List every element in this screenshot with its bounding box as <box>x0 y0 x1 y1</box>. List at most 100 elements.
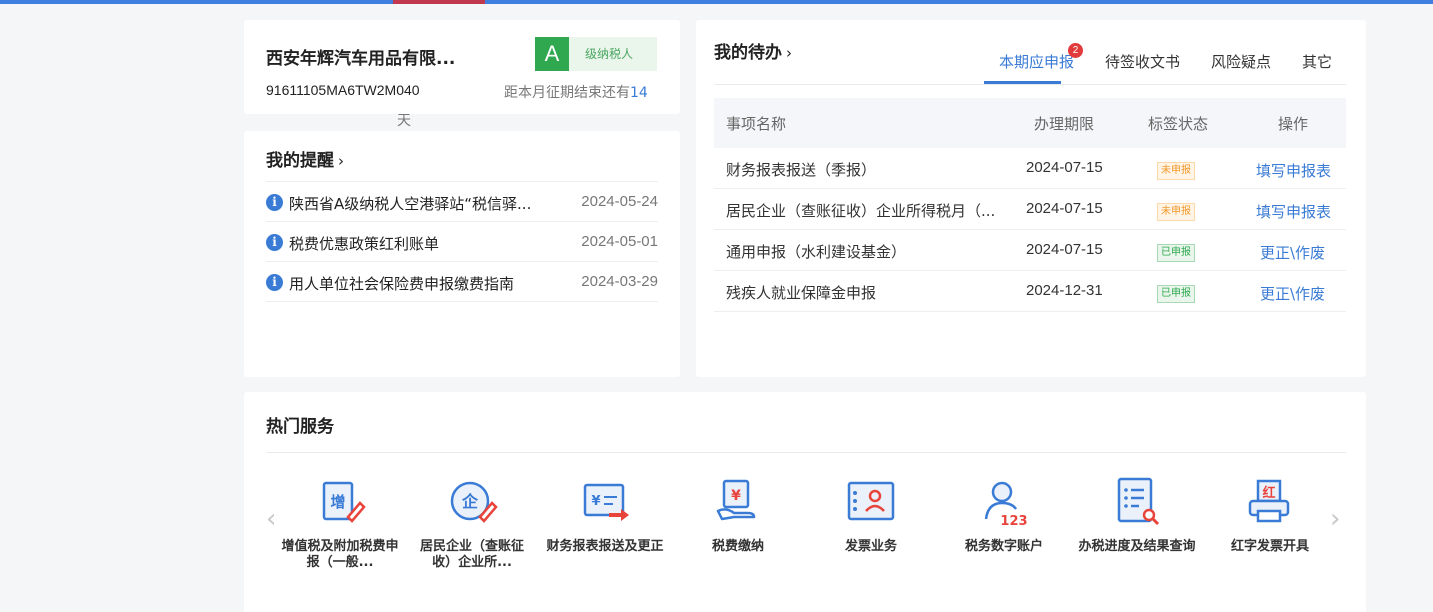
reminder-item-title: 税费优惠政策红利账单 <box>289 235 440 253</box>
active-nav-marker <box>393 0 485 4</box>
item-name: 残疾人就业保障金申报 <box>726 284 877 302</box>
info-icon: i <box>266 234 283 251</box>
service-label: 办税进度及结果查询 <box>1078 539 1196 554</box>
divider <box>266 452 1346 453</box>
grade-letter: A <box>535 37 569 71</box>
table-row: 居民企业（查账征收）企业所得税月（... 2024-07-15 未申报 填写申报… <box>714 189 1346 230</box>
service-progress-query[interactable]: 办税进度及结果查询 <box>1077 477 1197 555</box>
reminder-list: i 陕西省A级纳税人空港驿站“税信驿... 2024-05-24 i 税费优惠政… <box>266 181 658 302</box>
service-label: 增值税及附加税费申报（一般... <box>281 539 399 570</box>
divider <box>714 84 1346 85</box>
deadline-unit: 天 <box>397 113 411 129</box>
status-tag: 已申报 <box>1157 285 1195 303</box>
status-tag: 未申报 <box>1157 162 1195 180</box>
tab-risk-issues[interactable]: 风险疑点 <box>1211 51 1271 72</box>
red-invoice-icon: 红 <box>1248 479 1290 523</box>
deadline-label: 距本月征期结束还有 <box>504 85 630 101</box>
service-vat-declaration[interactable]: 增 增值税及附加税费申报（一般... <box>280 477 400 571</box>
service-tax-payment[interactable]: ¥ 税费缴纳 <box>678 477 798 555</box>
status-badge: 已申报 <box>1157 241 1195 262</box>
chevron-right-icon: › <box>338 152 344 170</box>
reminder-title-label: 我的提醒 <box>266 151 334 171</box>
table-header: 事项名称 办理期限 标签状态 操作 <box>714 98 1346 148</box>
fill-declaration-link[interactable]: 填写申报表 <box>1256 201 1331 222</box>
list-item[interactable]: i 陕西省A级纳税人空港驿站“税信驿... 2024-05-24 <box>266 182 658 222</box>
chevron-left-icon[interactable]: ‹ <box>266 504 276 534</box>
status-badge: 已申报 <box>1157 282 1195 303</box>
table-row: 通用申报（水利建设基金） 2024-07-15 已申报 更正\作废 <box>714 230 1346 271</box>
status-tag: 未申报 <box>1157 203 1195 221</box>
svg-text:红: 红 <box>1262 485 1275 501</box>
enterprise-tax-icon: 企 <box>450 481 498 523</box>
progress-query-icon <box>1117 477 1160 526</box>
vat-declaration-icon: 增 <box>322 481 366 523</box>
list-item[interactable]: i 用人单位社会保险费申报缴费指南 2024-03-29 <box>266 262 658 302</box>
info-icon: i <box>266 274 283 291</box>
tax-payment-icon: ¥ <box>716 479 756 521</box>
tab-others[interactable]: 其它 <box>1302 51 1332 72</box>
svg-text:¥: ¥ <box>591 494 600 509</box>
svg-text:企: 企 <box>461 492 479 511</box>
digital-account-icon: 123 <box>984 481 1028 529</box>
column-header-name: 事项名称 <box>726 115 787 133</box>
todo-tabs: 本期应申报 2 待签收文书 风险疑点 其它 <box>984 43 1346 84</box>
service-enterprise-income-tax[interactable]: 企 居民企业（查账征收）企业所... <box>412 477 532 571</box>
item-name: 居民企业（查账征收）企业所得税月（... <box>726 202 996 220</box>
fill-declaration-link[interactable]: 填写申报表 <box>1256 160 1331 181</box>
tab-documents-to-sign[interactable]: 待签收文书 <box>1105 51 1180 72</box>
todo-title-label: 我的待办 <box>714 43 782 63</box>
item-name: 通用申报（水利建设基金） <box>726 243 907 261</box>
taxpayer-grade-badge: A 级纳税人 <box>535 37 657 71</box>
todo-title[interactable]: 我的待办 › <box>714 38 792 63</box>
grade-label: 级纳税人 <box>585 47 634 61</box>
service-digital-account[interactable]: 123 税务数字账户 <box>944 477 1064 555</box>
reminder-item-date: 2024-05-01 <box>581 233 658 250</box>
service-invoice-business[interactable]: 发票业务 <box>811 477 931 555</box>
correct-void-link[interactable]: 更正\作废 <box>1260 283 1325 304</box>
item-deadline: 2024-07-15 <box>1026 241 1103 258</box>
todo-card: 我的待办 › 本期应申报 2 待签收文书 风险疑点 其它 事项名称 办理期限 标签… <box>696 20 1366 377</box>
service-label: 税务数字账户 <box>964 539 1043 554</box>
item-deadline: 2024-07-15 <box>1026 200 1103 217</box>
tab-current-declaration[interactable]: 本期应申报 <box>999 51 1074 72</box>
item-name: 财务报表报送（季报） <box>726 161 877 179</box>
reminder-item-title: 陕西省A级纳税人空港驿站“税信驿... <box>289 195 532 213</box>
company-name: 西安年辉汽车用品有限... <box>266 49 456 69</box>
financial-report-icon: ¥ <box>583 483 629 521</box>
hot-services-title: 热门服务 <box>266 417 334 437</box>
hot-services-card: 热门服务 ‹ › 增 增值税及附加税费申报（一般... 企 居民企业（查账征收）… <box>244 392 1366 612</box>
status-tag: 已申报 <box>1157 244 1195 262</box>
deadline-days: 14 <box>630 85 648 101</box>
service-financial-report[interactable]: ¥ 财务报表报送及更正 <box>545 477 665 555</box>
top-accent-bar <box>0 0 1433 4</box>
reminder-item-date: 2024-05-24 <box>581 193 658 210</box>
svg-text:增: 增 <box>330 493 345 511</box>
column-header-action: 操作 <box>1278 115 1309 133</box>
company-card: 西安年辉汽车用品有限... A 级纳税人 91611105MA6TW2M040 … <box>244 20 680 114</box>
correct-void-link[interactable]: 更正\作废 <box>1260 242 1325 263</box>
service-label: 财务报表报送及更正 <box>546 539 664 554</box>
item-deadline: 2024-07-15 <box>1026 159 1103 176</box>
table-row: 财务报表报送（季报） 2024-07-15 未申报 填写申报表 <box>714 148 1346 189</box>
deadline-text: 距本月征期结束还有14 <box>504 82 648 102</box>
column-header-deadline: 办理期限 <box>1034 115 1095 133</box>
service-label: 居民企业（查账征收）企业所... <box>419 539 524 570</box>
status-badge: 未申报 <box>1157 159 1195 180</box>
service-label: 红字发票开具 <box>1230 539 1309 554</box>
reminder-item-title: 用人单位社会保险费申报缴费指南 <box>289 275 515 293</box>
status-badge: 未申报 <box>1157 200 1195 221</box>
column-header-status: 标签状态 <box>1148 115 1209 133</box>
chevron-right-icon[interactable]: › <box>1330 504 1340 534</box>
service-red-invoice[interactable]: 红 红字发票开具 <box>1210 477 1330 555</box>
item-deadline: 2024-12-31 <box>1026 282 1103 299</box>
invoice-business-icon <box>847 481 895 521</box>
service-label: 税费缴纳 <box>711 539 764 554</box>
table-row: 残疾人就业保障金申报 2024-12-31 已申报 更正\作废 <box>714 271 1346 312</box>
reminder-card: 我的提醒 › i 陕西省A级纳税人空港驿站“税信驿... 2024-05-24 i… <box>244 131 680 377</box>
notification-badge: 2 <box>1068 43 1083 58</box>
info-icon: i <box>266 194 283 211</box>
svg-text:¥: ¥ <box>731 488 741 504</box>
list-item[interactable]: i 税费优惠政策红利账单 2024-05-01 <box>266 222 658 262</box>
reminder-title[interactable]: 我的提醒 › <box>266 146 344 171</box>
todo-table: 事项名称 办理期限 标签状态 操作 财务报表报送（季报） 2024-07-15 … <box>714 98 1346 312</box>
